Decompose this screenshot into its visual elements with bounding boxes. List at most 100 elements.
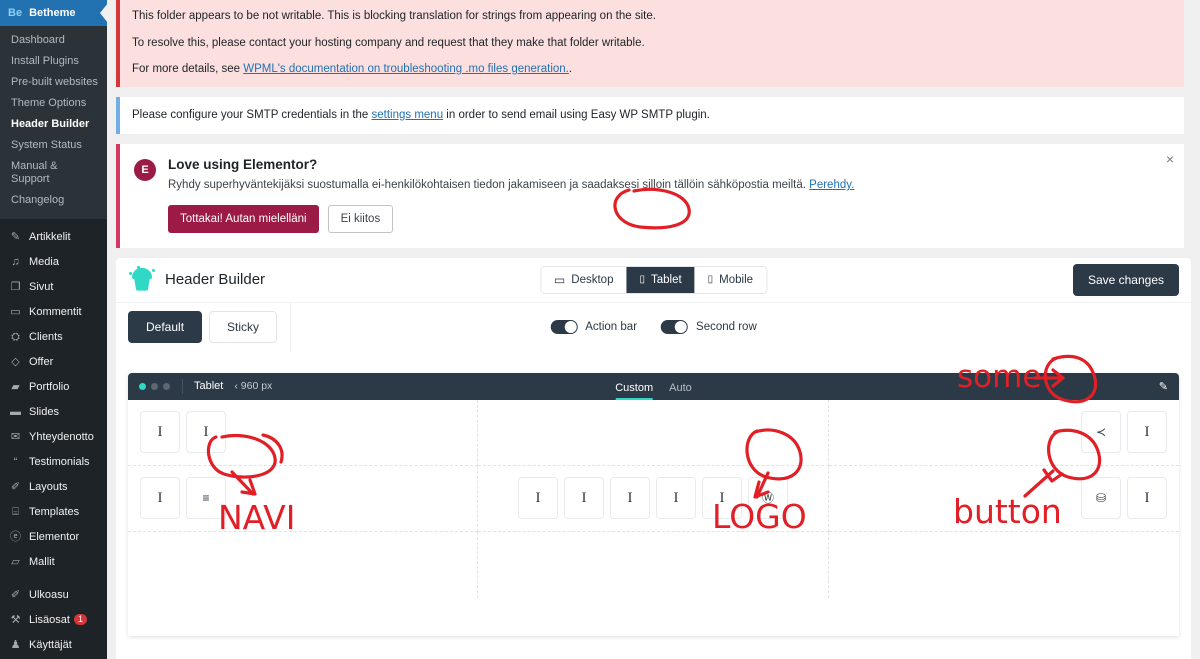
- grid-zone-main-row-right[interactable]: ⛁ I: [828, 466, 1179, 532]
- sidebar-item-yhteydenotto[interactable]: ✉ Yhteydenotto: [0, 425, 107, 450]
- header-item-text-item[interactable]: I: [517, 477, 558, 520]
- text-item: I: [157, 423, 163, 440]
- sidebar-item-offer[interactable]: ◇ Offer: [0, 350, 107, 375]
- sidebar-item-lis-osat[interactable]: ⚒ Lisäosat 1: [0, 608, 107, 633]
- preview-mode-auto[interactable]: Auto: [669, 382, 692, 400]
- sidebar-item-portfolio[interactable]: ▰ Portfolio: [0, 375, 107, 400]
- grid-zone-main-row-left[interactable]: I ≡: [128, 465, 479, 532]
- sidebar-item-system-status[interactable]: System Status: [0, 135, 107, 156]
- elementor-notice-text: Ryhdy superhyväntekijäksi suostumalla ei…: [168, 178, 1170, 194]
- sidebar-item-elementor[interactable]: ⓔ Elementor: [0, 525, 107, 550]
- sidebar-item-label: Testimonials: [29, 456, 90, 468]
- header-item-text-item[interactable]: I: [140, 477, 180, 520]
- admin-sidebar: Be Betheme Dashboard Install Plugins Pre-b…: [0, 0, 107, 659]
- preview-mode-tabs: Custom Auto: [615, 373, 692, 400]
- sidebar-item-install-plugins[interactable]: Install Plugins: [0, 51, 107, 72]
- quote-icon: “: [13, 456, 18, 468]
- sidebar-item-clients[interactable]: ⛭ Clients: [0, 325, 107, 350]
- sidebar-item-templates[interactable]: ⌸ Templates: [0, 500, 107, 525]
- preview-mode-custom[interactable]: Custom: [615, 382, 654, 400]
- wpml-docs-link[interactable]: WPML's documentation on troubleshooting …: [243, 63, 569, 75]
- sidebar-item-manual-support[interactable]: Manual & Support: [0, 156, 107, 190]
- share-icon: ≺: [1095, 425, 1107, 440]
- state-tab-default[interactable]: Default: [128, 311, 203, 344]
- window-dot-green: [139, 382, 146, 390]
- header-item-text-item[interactable]: I: [563, 477, 604, 520]
- header-state-tabs: Default Sticky: [128, 302, 292, 352]
- preview-device-label: Tablet: [194, 380, 224, 393]
- toggle-label: Second row: [696, 321, 757, 334]
- header-item-text-item[interactable]: I: [701, 477, 742, 520]
- toggle-action-bar[interactable]: Action bar: [550, 320, 637, 335]
- sidebar-item-kommentit[interactable]: ▭ Kommentit: [0, 300, 107, 325]
- state-tab-sticky[interactable]: Sticky: [209, 311, 278, 344]
- device-tab-tablet[interactable]: ▯ Tablet: [626, 266, 695, 293]
- notice-smtp: Please configure your SMTP credentials i…: [116, 96, 1184, 135]
- sidebar-item-k-ytt-j-t[interactable]: ♟ Käyttäjät: [0, 633, 107, 658]
- plugin-icon: ⚒: [10, 614, 21, 626]
- sidebar-item-sivut[interactable]: ❐ Sivut: [0, 275, 107, 300]
- notice-elementor-optin: E Love using Elementor? Ryhdy superhyvän…: [116, 144, 1184, 248]
- update-count-badge: 1: [73, 614, 87, 625]
- betheme-cupcake-icon: [128, 265, 156, 294]
- header-item-text-item[interactable]: I: [140, 411, 180, 454]
- sidebar-item-dashboard[interactable]: Dashboard: [0, 30, 107, 51]
- header-item-text-item[interactable]: I: [1127, 411, 1167, 454]
- sidebar-item-label: Mallit: [29, 556, 55, 568]
- text-item: I: [719, 489, 725, 506]
- header-item-share-icon[interactable]: ≺: [1081, 411, 1121, 454]
- envelope-icon: ✉: [10, 431, 21, 443]
- text-item: I: [1144, 423, 1150, 440]
- sidebar-brand-betheme[interactable]: Be Betheme: [0, 0, 107, 26]
- sidebar-item-mallit[interactable]: ▱ Mallit: [0, 550, 107, 575]
- grid-zone-second-row-left[interactable]: [128, 531, 479, 598]
- sidebar-item-slides[interactable]: ▬ Slides: [0, 400, 107, 425]
- preview-size-label: ‹ 960 px: [234, 380, 273, 393]
- sidebar-item-media[interactable]: ♫ Media: [0, 250, 107, 275]
- sidebar-item-testimonials[interactable]: “ Testimonials: [0, 450, 107, 475]
- header-item-text-item[interactable]: I: [186, 411, 226, 454]
- smtp-settings-link[interactable]: settings menu: [372, 109, 444, 121]
- text-item: I: [673, 489, 679, 506]
- toggle-switch[interactable]: [550, 320, 578, 335]
- sidebar-item-pre-built-websites[interactable]: Pre-built websites: [0, 72, 107, 93]
- preview-footer-strip: [128, 597, 1179, 636]
- header-item-text-item[interactable]: I: [609, 477, 650, 520]
- toggle-switch[interactable]: [661, 320, 689, 335]
- save-changes-button[interactable]: Save changes: [1072, 263, 1179, 296]
- text-item: I: [157, 489, 163, 506]
- monitor-icon: ▭: [553, 272, 566, 287]
- notice-line-1: This folder appears to be not writable. …: [132, 10, 656, 22]
- sidebar-item-layouts[interactable]: ✐ Layouts: [0, 475, 107, 500]
- grid-zone-action-bar-center[interactable]: [478, 399, 829, 466]
- grid-zone-second-row-center[interactable]: [478, 531, 829, 598]
- device-tab-desktop[interactable]: ▭ Desktop: [540, 266, 627, 293]
- grid-zone-second-row-right[interactable]: [829, 532, 1179, 598]
- toggle-knob: [564, 321, 577, 334]
- sidebar-item-ulkoasu[interactable]: ✐ Ulkoasu: [0, 583, 107, 608]
- header-item-hamburger-menu-icon[interactable]: ≡: [186, 477, 226, 520]
- header-item-cart-icon[interactable]: ⛁: [1081, 477, 1121, 520]
- sidebar-item-artikkelit[interactable]: ✎ Artikkelit: [0, 225, 107, 250]
- close-icon[interactable]: ×: [1166, 152, 1174, 166]
- elementor-optin-decline-button[interactable]: Ei kiitos: [327, 204, 394, 233]
- header-builder-toolbar: Header Builder ▭ Desktop ▯ Tablet ▯ Mobile Sa…: [116, 257, 1191, 302]
- pencil-icon[interactable]: ✎: [1159, 380, 1168, 393]
- toggle-second-row[interactable]: Second row: [661, 320, 757, 335]
- grid-icon: ⌸: [12, 506, 19, 518]
- header-item-wordpress-logo-icon[interactable]: Ⓦ: [747, 477, 788, 520]
- elementor-learn-more-link[interactable]: Perehdy.: [809, 179, 854, 191]
- grid-zone-main-row-center[interactable]: I I I I I Ⓦ: [478, 465, 829, 532]
- sidebar-item-theme-options[interactable]: Theme Options: [0, 93, 107, 114]
- sidebar-item-header-builder[interactable]: Header Builder: [0, 114, 107, 135]
- header-item-text-item[interactable]: I: [655, 477, 696, 520]
- sidebar-item-label: Templates: [29, 506, 80, 518]
- header-item-text-item[interactable]: I: [1127, 477, 1167, 520]
- elementor-optin-accept-button[interactable]: Tottakai! Autan mielelläni: [168, 204, 319, 233]
- grid-zone-action-bar-left[interactable]: II: [128, 399, 479, 466]
- elementor-icon: E: [134, 159, 156, 182]
- device-tab-mobile[interactable]: ▯ Mobile: [694, 266, 767, 293]
- sidebar-item-changelog[interactable]: Changelog: [0, 190, 107, 211]
- grid-zone-action-bar-right[interactable]: ≺ I: [828, 400, 1179, 466]
- betheme-label: Betheme: [29, 7, 76, 19]
